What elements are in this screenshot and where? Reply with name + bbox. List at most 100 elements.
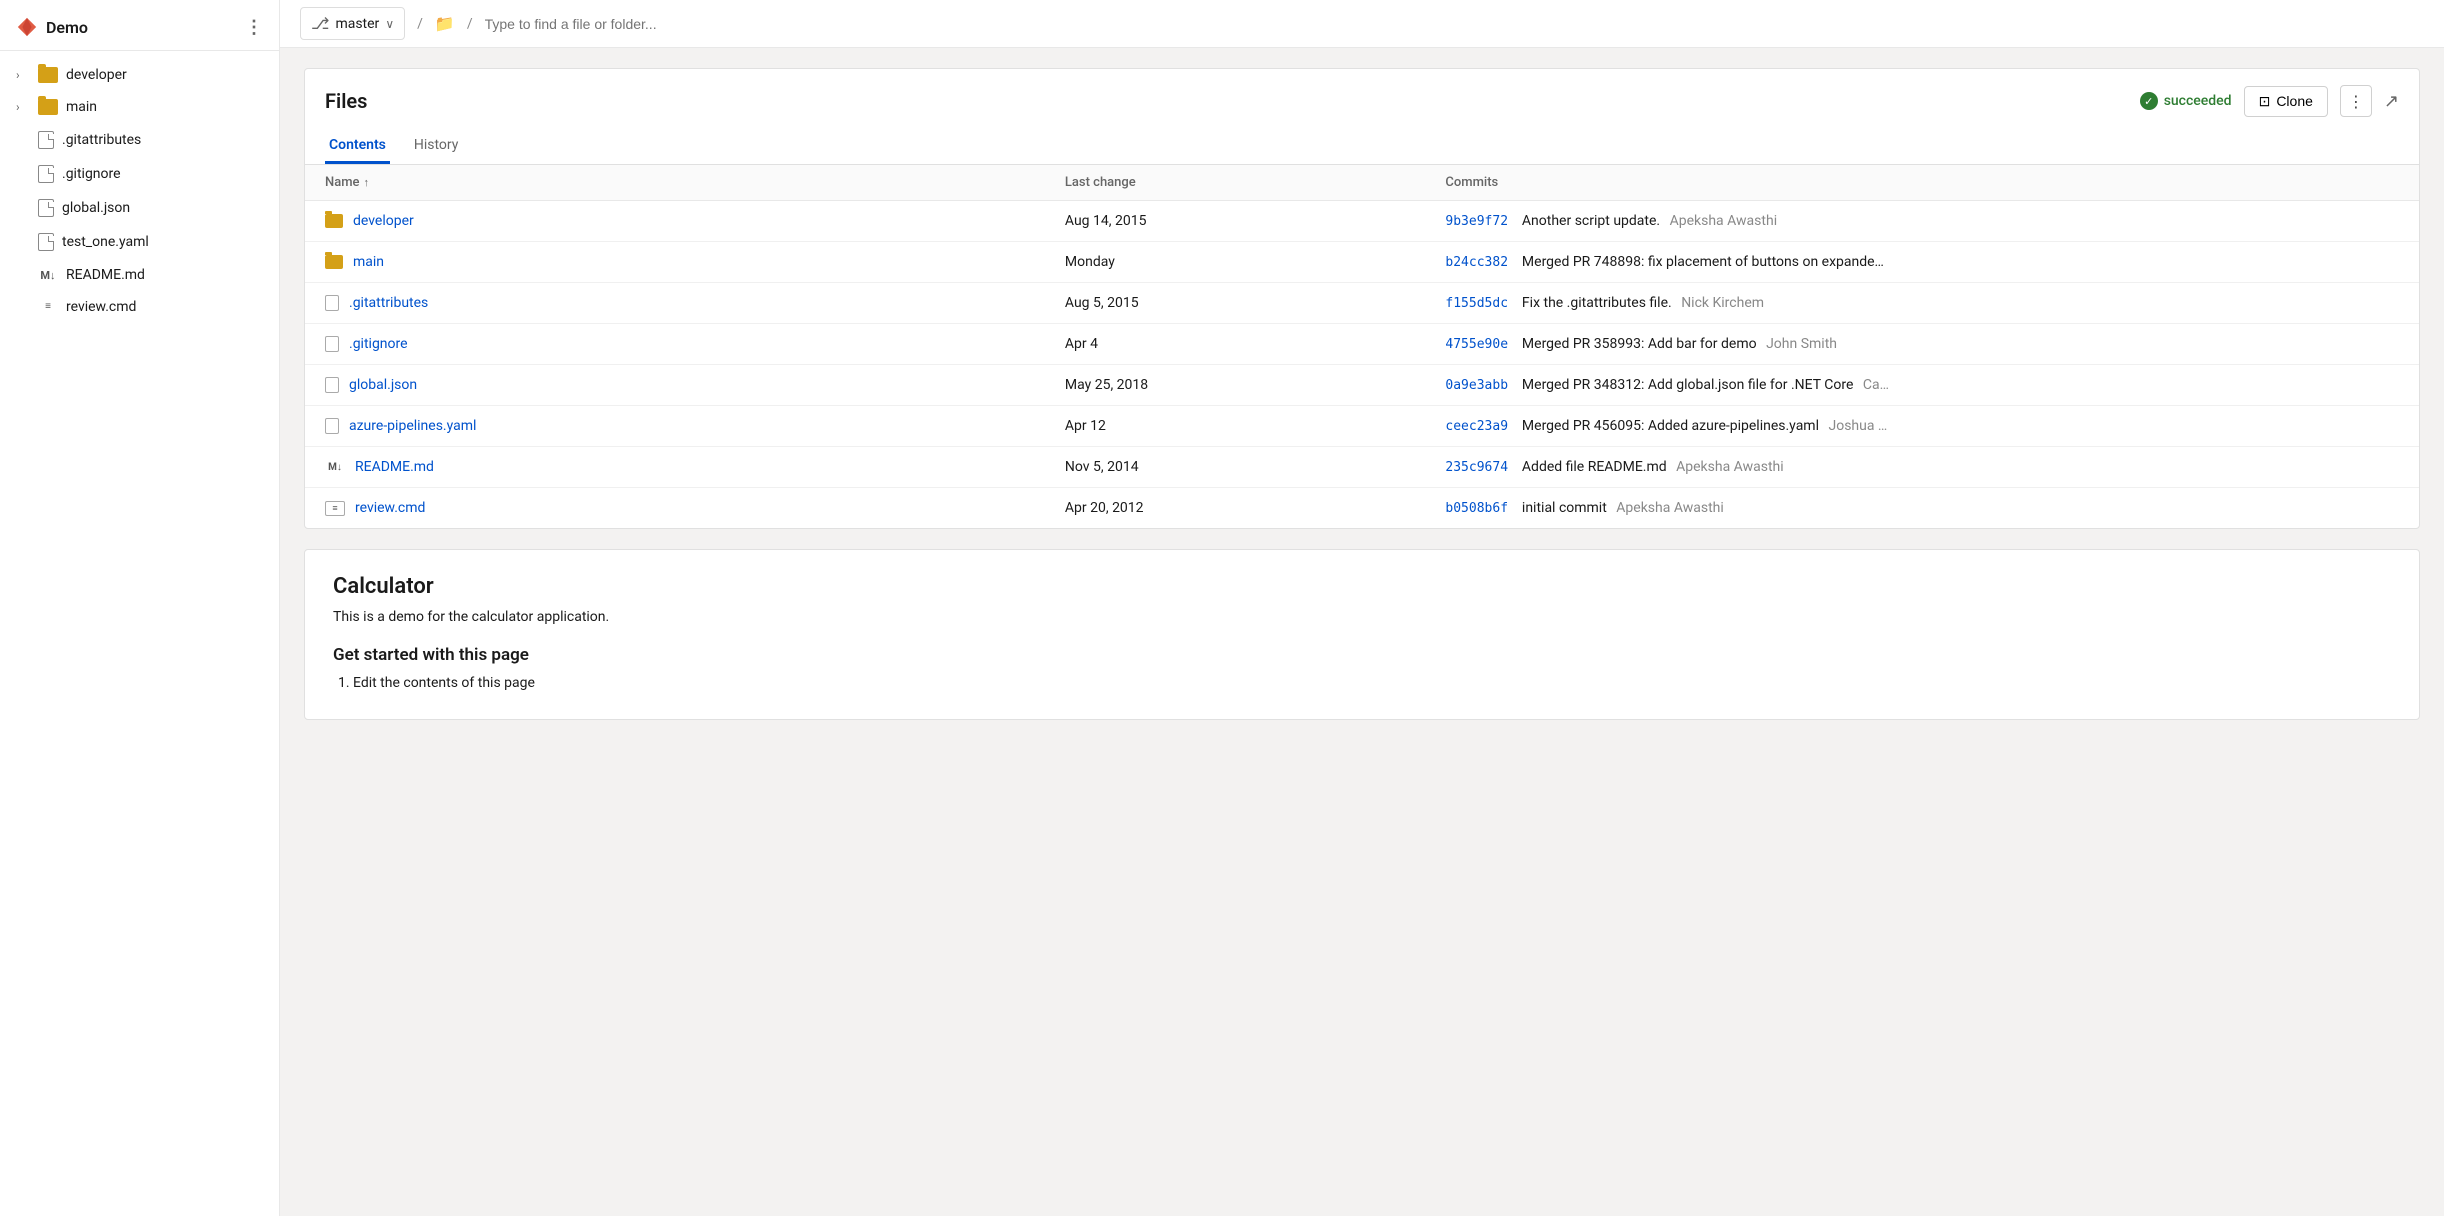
- commit-hash[interactable]: ceec23a9: [1445, 419, 1508, 434]
- commit-hash[interactable]: 9b3e9f72: [1445, 214, 1508, 229]
- commit-message: Another script update.: [1522, 213, 1660, 229]
- file-link[interactable]: README.md: [355, 459, 434, 475]
- file-icon: [325, 377, 339, 393]
- sidebar-item-label: test_one.yaml: [62, 234, 149, 250]
- file-commit: 235c9674 Added file README.md Apeksha Aw…: [1425, 447, 2419, 488]
- commit-hash[interactable]: b0508b6f: [1445, 501, 1508, 516]
- file-name-cell: .gitattributes: [305, 283, 1045, 324]
- file-name-cell: azure-pipelines.yaml: [305, 406, 1045, 447]
- file-icon: [325, 295, 339, 311]
- app-title: Demo: [46, 18, 88, 37]
- sort-ascending-icon: ↑: [364, 176, 370, 189]
- file-date: Nov 5, 2014: [1045, 447, 1426, 488]
- file-link[interactable]: .gitignore: [349, 336, 408, 352]
- file-name-cell: ≡ review.cmd: [305, 488, 1045, 529]
- file-link[interactable]: azure-pipelines.yaml: [349, 418, 476, 434]
- cmd-icon: ≡: [38, 302, 58, 312]
- file-commit: ceec23a9 Merged PR 456095: Added azure-p…: [1425, 406, 2419, 447]
- commit-hash[interactable]: b24cc382: [1445, 255, 1508, 270]
- file-table: Name ↑ Last change Commits developer Aug…: [305, 165, 2419, 528]
- sidebar-tree: › developer › main › .gitattributes › .g…: [0, 51, 279, 331]
- file-date: Aug 5, 2015: [1045, 283, 1426, 324]
- topbar: ⎇ master ∨ / 📁 /: [280, 0, 2444, 48]
- clone-button[interactable]: ⊡ Clone: [2244, 86, 2328, 117]
- content-area: Files ✓ succeeded ⊡ Clone ⋮ ↗: [280, 48, 2444, 1216]
- file-link[interactable]: main: [353, 254, 384, 270]
- sidebar-item-test-yaml[interactable]: › test_one.yaml: [0, 225, 279, 259]
- col-name-label: Name: [325, 175, 360, 190]
- commit-message: Merged PR 348312: Add global.json file f…: [1522, 377, 1854, 393]
- file-link[interactable]: .gitattributes: [349, 295, 428, 311]
- readme-section: Calculator This is a demo for the calcul…: [304, 549, 2420, 720]
- more-options-button[interactable]: ⋮: [2340, 85, 2372, 117]
- sidebar-item-label: README.md: [66, 267, 145, 283]
- more-dots-icon: ⋮: [2348, 92, 2364, 111]
- file-commit: 4755e90e Merged PR 358993: Add bar for d…: [1425, 324, 2419, 365]
- branch-name: master: [335, 16, 379, 32]
- commit-message: Merged PR 456095: Added azure-pipelines.…: [1522, 418, 1819, 434]
- chevron-icon: ›: [16, 68, 30, 82]
- sidebar-item-gitignore[interactable]: › .gitignore: [0, 157, 279, 191]
- files-tabs: Contents History: [305, 129, 2419, 165]
- file-date: Apr 4: [1045, 324, 1426, 365]
- file-date: Monday: [1045, 242, 1426, 283]
- chevron-icon: ›: [16, 100, 30, 114]
- table-row: .gitattributes Aug 5, 2015 f155d5dc Fix …: [305, 283, 2419, 324]
- clone-label: Clone: [2276, 93, 2313, 109]
- commit-hash[interactable]: f155d5dc: [1445, 296, 1508, 311]
- commit-message: Merged PR 748898: fix placement of butto…: [1522, 254, 1884, 270]
- file-name-cell: global.json: [305, 365, 1045, 406]
- commit-author: Joshua …: [1828, 418, 1887, 434]
- monitor-icon: ⊡: [2259, 93, 2271, 110]
- sidebar-item-readme[interactable]: › M↓ README.md: [0, 259, 279, 291]
- file-name-cell: developer: [305, 201, 1045, 242]
- expand-icon[interactable]: ↗: [2384, 91, 2399, 112]
- file-date: May 25, 2018: [1045, 365, 1426, 406]
- commit-hash[interactable]: 0a9e3abb: [1445, 378, 1508, 393]
- file-date: Apr 12: [1045, 406, 1426, 447]
- commit-author: Nick Kirchem: [1681, 295, 1764, 311]
- sidebar-item-label: developer: [66, 67, 127, 83]
- table-row: M↓ README.md Nov 5, 2014 235c9674 Added …: [305, 447, 2419, 488]
- file-link[interactable]: global.json: [349, 377, 417, 393]
- md-icon: M↓: [325, 462, 345, 473]
- tab-contents-label: Contents: [329, 137, 386, 153]
- file-link[interactable]: developer: [353, 213, 414, 229]
- file-path-input[interactable]: [485, 16, 735, 32]
- list-item: Edit the contents of this page: [353, 675, 2391, 691]
- table-row: main Monday b24cc382 Merged PR 748898: f…: [305, 242, 2419, 283]
- commit-hash[interactable]: 235c9674: [1445, 460, 1508, 475]
- file-date: Aug 14, 2015: [1045, 201, 1426, 242]
- sidebar-item-global-json[interactable]: › global.json: [0, 191, 279, 225]
- logo-icon: [16, 16, 38, 38]
- tab-contents[interactable]: Contents: [325, 129, 390, 164]
- files-section: Files ✓ succeeded ⊡ Clone ⋮ ↗: [304, 68, 2420, 529]
- readme-subtitle: This is a demo for the calculator applic…: [333, 609, 2391, 625]
- table-row: developer Aug 14, 2015 9b3e9f72 Another …: [305, 201, 2419, 242]
- sidebar-item-label: main: [66, 99, 97, 115]
- files-actions: ✓ succeeded ⊡ Clone ⋮ ↗: [2140, 85, 2399, 117]
- md-icon: M↓: [38, 269, 58, 282]
- branch-icon: ⎇: [311, 14, 329, 33]
- file-link[interactable]: review.cmd: [355, 500, 425, 516]
- sidebar-more-button[interactable]: ⋮: [245, 17, 263, 38]
- commit-author: Ca…: [1863, 377, 1889, 393]
- path-separator: /: [417, 16, 423, 32]
- commit-message: Added file README.md: [1522, 459, 1667, 475]
- sidebar-item-review-cmd[interactable]: › ≡ review.cmd: [0, 291, 279, 323]
- sidebar-item-gitattributes[interactable]: › .gitattributes: [0, 123, 279, 157]
- sidebar-item-main[interactable]: › main: [0, 91, 279, 123]
- commit-hash[interactable]: 4755e90e: [1445, 337, 1508, 352]
- col-header-commits: Commits: [1425, 165, 2419, 201]
- file-commit: f155d5dc Fix the .gitattributes file. Ni…: [1425, 283, 2419, 324]
- sidebar-item-developer[interactable]: › developer: [0, 59, 279, 91]
- col-header-last-change: Last change: [1045, 165, 1426, 201]
- file-commit: b24cc382 Merged PR 748898: fix placement…: [1425, 242, 2419, 283]
- tab-history[interactable]: History: [410, 129, 463, 164]
- cmd-icon: ≡: [325, 501, 345, 516]
- commit-author: Apeksha Awasthi: [1676, 459, 1784, 475]
- file-icon: [325, 418, 339, 434]
- table-row: .gitignore Apr 4 4755e90e Merged PR 3589…: [305, 324, 2419, 365]
- branch-selector[interactable]: ⎇ master ∨: [300, 7, 405, 40]
- file-date: Apr 20, 2012: [1045, 488, 1426, 529]
